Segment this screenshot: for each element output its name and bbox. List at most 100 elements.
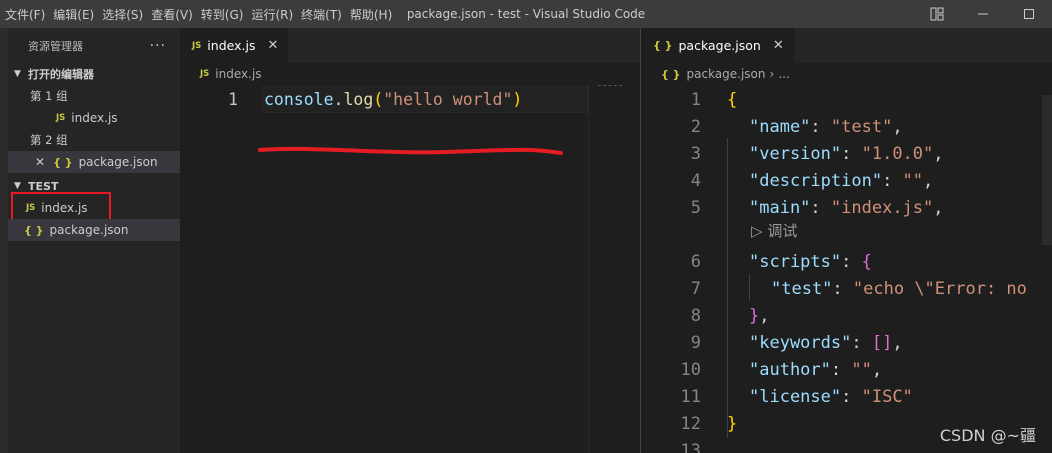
code-text: },: [749, 305, 770, 326]
code-text: "name": "test",: [749, 116, 903, 137]
code-token: "description": [749, 170, 883, 191]
line-number: 1: [690, 89, 701, 110]
close-icon[interactable]: ✕: [773, 38, 784, 53]
maximize-icon: [1024, 9, 1034, 19]
group-label: 第 1 组: [30, 89, 68, 103]
code-token: "name": [749, 116, 811, 137]
code-line[interactable]: 1 console.log("hello world"): [180, 86, 522, 113]
code-token: }: [727, 413, 738, 434]
layout-toggle-button[interactable]: [914, 0, 960, 28]
editor-group-1: JS index.js ✕ JS index.js 1 console.log(…: [180, 28, 640, 453]
explorer-header: 资源管理器 ···: [8, 28, 180, 63]
chevron-down-icon: ▼: [14, 181, 21, 191]
code-token: (: [373, 90, 384, 109]
code-line[interactable]: 6 "scripts": {: [641, 248, 872, 275]
open-editor-label: package.json: [78, 155, 158, 169]
code-line[interactable]: 2 "name": "test",: [641, 113, 903, 140]
code-line[interactable]: 1 {: [641, 86, 738, 113]
menu-view[interactable]: 查看(V): [148, 6, 196, 23]
code-text: {: [727, 90, 737, 110]
menu-help[interactable]: 帮助(H): [347, 6, 395, 23]
open-editors-section[interactable]: ▼ 打开的编辑器: [8, 63, 180, 85]
minimap[interactable]: [588, 85, 640, 453]
code-text: "license": "ISC": [749, 386, 913, 407]
code-line[interactable]: 3 "version": "1.0.0",: [641, 140, 944, 167]
code-text: }: [727, 414, 737, 434]
code-line[interactable]: 9 "keywords": [],: [641, 329, 903, 356]
menu-bar: 文件(F) 编辑(E) 选择(S) 查看(V) 转到(G) 运行(R) 终端(T…: [0, 0, 397, 28]
code-text: "keywords": [],: [749, 332, 903, 353]
menu-run[interactable]: 运行(R): [248, 6, 296, 23]
more-actions-button[interactable]: ···: [150, 38, 166, 54]
code-line[interactable]: 12 }: [641, 410, 738, 437]
breadcrumb-file[interactable]: index.js: [215, 67, 261, 81]
tab-package-json[interactable]: { } package.json ✕: [641, 28, 794, 63]
code-token: "version": [749, 143, 842, 164]
highlight-annotation: [11, 192, 111, 222]
scrollbar-thumb[interactable]: [1042, 95, 1052, 245]
code-token: "test": [771, 278, 833, 299]
minimap-slider[interactable]: [598, 85, 622, 87]
breadcrumb-file[interactable]: package.json: [687, 67, 766, 81]
code-line[interactable]: 8 },: [641, 302, 770, 329]
code-token: {: [727, 89, 738, 110]
code-line[interactable]: 10 "author": "",: [641, 356, 883, 383]
js-file-icon: JS: [56, 113, 66, 123]
project-folder-label: TEST: [28, 179, 59, 193]
line-number: 13: [680, 440, 701, 453]
close-icon[interactable]: ✕: [35, 155, 45, 169]
menu-file[interactable]: 文件(F): [2, 6, 48, 23]
watermark: CSDN @~疆: [939, 426, 1036, 445]
minimize-button[interactable]: [960, 0, 1006, 28]
menu-terminal[interactable]: 终端(T): [298, 6, 345, 23]
file-package-json[interactable]: { } package.json: [8, 219, 180, 241]
code-line[interactable]: 11 "license": "ISC": [641, 383, 913, 410]
open-editor-package-json[interactable]: ✕ { } package.json: [8, 151, 180, 173]
breadcrumb-more[interactable]: ...: [778, 67, 789, 81]
code-token: []: [871, 332, 893, 353]
line-number: 5: [690, 197, 701, 218]
editor-tabbar: JS index.js ✕: [180, 28, 640, 63]
tab-index-js[interactable]: JS index.js ✕: [180, 28, 289, 63]
red-underline-annotation: [258, 146, 563, 155]
tab-label: package.json: [678, 38, 761, 53]
indent-guide: [727, 138, 728, 438]
menu-go[interactable]: 转到(G): [198, 6, 247, 23]
breadcrumb: { } package.json › ...: [641, 63, 1052, 85]
menu-selection[interactable]: 选择(S): [99, 6, 146, 23]
code-token: "keywords": [749, 332, 852, 353]
code-text: "main": "index.js",: [749, 197, 944, 218]
code-line[interactable]: 13: [641, 437, 701, 453]
code-token: log: [343, 90, 374, 109]
play-icon: ▷: [751, 222, 763, 240]
line-number: 2: [690, 116, 701, 137]
debug-codelens[interactable]: ▷ 调试: [751, 220, 797, 241]
js-file-icon: JS: [192, 40, 202, 51]
code-line[interactable]: 4 "description": "",: [641, 167, 934, 194]
window-controls: [914, 0, 1052, 28]
code-token: "author": [749, 359, 831, 380]
line-number: 8: [690, 305, 701, 326]
code-text: "author": "",: [749, 359, 883, 380]
code-token: "": [902, 170, 924, 191]
maximize-button[interactable]: [1006, 0, 1052, 28]
code-text: "version": "1.0.0",: [749, 143, 944, 164]
code-line[interactable]: 5 "main": "index.js",: [641, 194, 944, 221]
open-editors-group-2: 第 2 组: [8, 129, 180, 151]
code-token: "scripts": [749, 251, 842, 272]
code-text: "scripts": {: [749, 251, 872, 272]
code-text: "test": "echo \"Error: no: [771, 278, 1027, 299]
line-number: 7: [690, 278, 701, 299]
breadcrumb-separator: ›: [769, 67, 775, 81]
json-file-icon: { }: [53, 155, 73, 169]
open-editor-index-js[interactable]: JS index.js: [8, 107, 180, 129]
close-icon[interactable]: ✕: [267, 38, 278, 53]
menu-edit[interactable]: 编辑(E): [50, 6, 97, 23]
code-line[interactable]: 7 "test": "echo \"Error: no: [641, 275, 1027, 302]
file-index-js[interactable]: JS index.js: [8, 192, 180, 222]
code-token: "ISC": [861, 386, 913, 407]
vertical-scrollbar[interactable]: [1042, 85, 1052, 453]
breadcrumb: JS index.js: [180, 63, 640, 85]
minimize-icon: [978, 13, 988, 15]
layout-icon: [930, 7, 944, 21]
